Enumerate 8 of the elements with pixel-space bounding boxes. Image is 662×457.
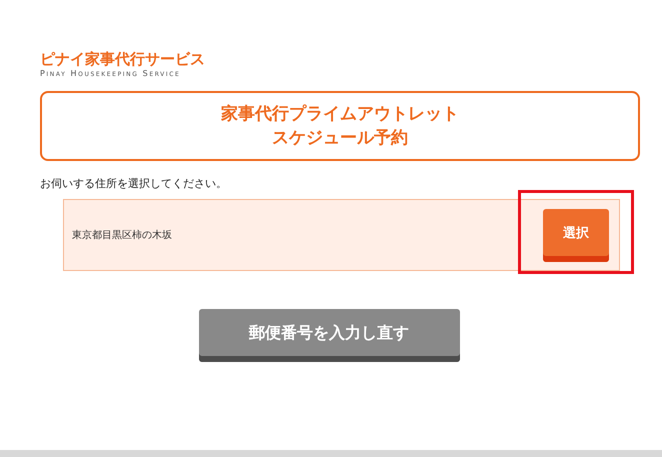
logo-tagline: Pinay Housekeeping Service xyxy=(40,69,180,79)
instruction-text: お伺いする住所を選択してください。 xyxy=(40,177,228,191)
reenter-postcode-button[interactable]: 郵便番号を入力し直す xyxy=(198,309,460,362)
page-title: スケジュール予約 xyxy=(272,127,408,150)
address-text: 東京都目黒区柿の木坂 xyxy=(72,228,172,242)
page-title: 家事代行プライムアウトレット xyxy=(221,103,459,126)
logo-name: ピナイ家事代行サービス xyxy=(40,50,206,68)
select-button[interactable]: 選択 xyxy=(543,208,609,262)
